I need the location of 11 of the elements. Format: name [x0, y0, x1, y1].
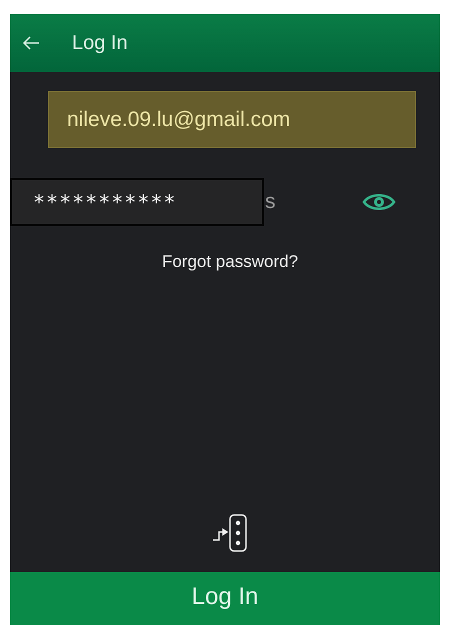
- password-text: s: [265, 190, 276, 214]
- password-field[interactable]: ***********: [10, 178, 264, 226]
- masked-password: ***********: [33, 190, 176, 214]
- forgot-password-link[interactable]: Forgot password?: [162, 252, 298, 272]
- login-button[interactable]: Log In: [10, 572, 440, 625]
- back-arrow-icon: [22, 36, 40, 50]
- screen-title: Log In: [72, 32, 128, 54]
- eye-icon: [362, 192, 396, 212]
- back-button[interactable]: [20, 34, 42, 52]
- email-field[interactable]: nileve.09.lu@gmail.com: [48, 91, 416, 148]
- show-password-button[interactable]: [362, 192, 396, 212]
